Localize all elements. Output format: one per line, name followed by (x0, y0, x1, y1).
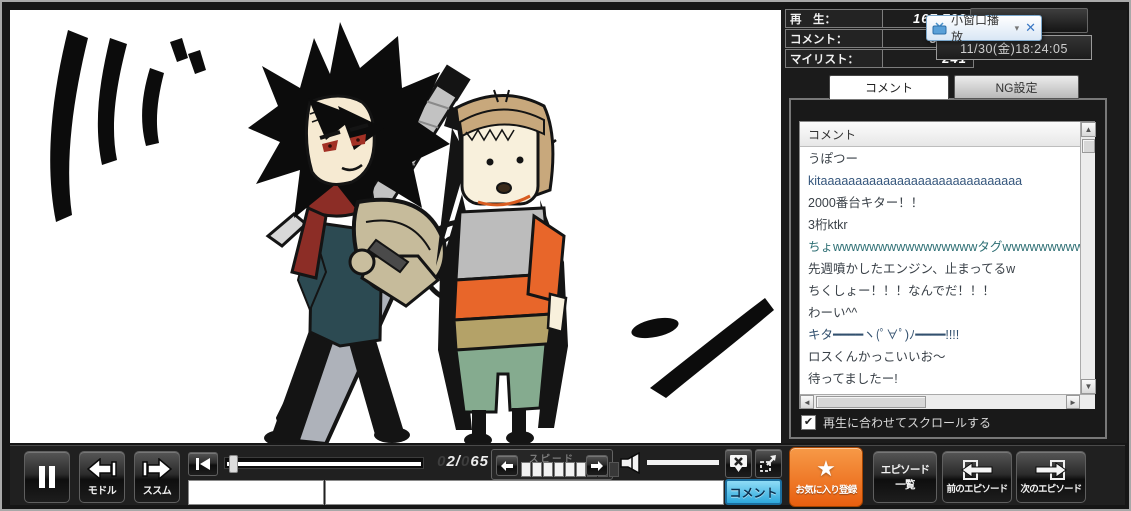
step-back-label: モドル (88, 482, 117, 497)
step-forward-label: ススム (143, 482, 172, 497)
volume-icon[interactable] (619, 452, 643, 479)
stat-label: マイリスト： (785, 49, 883, 68)
arrow-right-icon (591, 461, 603, 471)
arrow-right-icon (142, 458, 172, 480)
command-input[interactable] (188, 480, 324, 505)
comment-rows: うぽつーkitaaaaaaaaaaaaaaaaaaaaaaaaaaaaa2000… (800, 148, 1080, 394)
comment-row: キタ━━━━ヽ(ﾟ∀ﾟ)ﾉ━━━━!!!! (800, 324, 1080, 346)
horizontal-scrollbar[interactable]: ◄ ► (800, 394, 1095, 409)
tv-icon (932, 22, 947, 35)
speed-cell (576, 462, 586, 477)
comment-list: コメント うぽつーkitaaaaaaaaaaaaaaaaaaaaaaaaaaaa… (799, 121, 1095, 409)
comment-row: 待ってましたー! (800, 368, 1080, 390)
favorite-button[interactable]: ★ お気に入り登録 (789, 447, 863, 507)
next-episode-button[interactable]: 次のエピソード (1016, 451, 1086, 503)
scroll-up-button[interactable]: ▲ (1081, 122, 1096, 137)
comment-bubble-x-icon (729, 454, 748, 473)
speed-control: スピード (491, 449, 613, 480)
page-counter: 02/065 (425, 453, 489, 473)
pause-button[interactable] (24, 451, 70, 503)
episode-list-button[interactable]: エピソード 一覧 (873, 451, 937, 503)
autoscroll-checkbox[interactable]: ✔ (801, 415, 816, 430)
comment-row: 3桁ktkr (800, 214, 1080, 236)
speed-cell (554, 462, 564, 477)
seek-thumb[interactable] (229, 455, 238, 473)
comment-row: ちくしょー！！！なんでだ！！！ (800, 280, 1080, 302)
scroll-left-button[interactable]: ◄ (800, 395, 814, 409)
step-forward-button[interactable]: ススム (134, 451, 180, 503)
star-icon: ★ (816, 458, 836, 480)
speed-cell (532, 462, 542, 477)
scroll-down-button[interactable]: ▼ (1081, 379, 1096, 394)
next-episode-icon (1034, 459, 1068, 481)
comment-input[interactable] (325, 480, 724, 505)
arrow-left-icon (501, 461, 513, 471)
close-icon[interactable]: ✕ (1025, 20, 1036, 36)
comment-row: ちょwwwwwwwwwwwwwwwwタグwwwwwwwwwwww (800, 236, 1080, 258)
skip-to-start-button[interactable] (188, 452, 218, 476)
speed-cell (521, 462, 531, 477)
speed-cell (543, 462, 553, 477)
stat-label: コメント： (785, 29, 883, 48)
horizontal-scroll-thumb[interactable] (816, 396, 926, 408)
arrow-left-icon (87, 458, 117, 480)
expand-button[interactable] (755, 449, 782, 478)
speed-gauge (521, 462, 583, 477)
tab-ng-settings[interactable]: NG設定 (954, 75, 1079, 99)
sfx-strokes-left (50, 30, 206, 222)
chevron-down-icon[interactable]: ▾ (1015, 23, 1020, 34)
comment-list-header: コメント (800, 122, 1080, 147)
comment-row: うぽつー (800, 148, 1080, 170)
comment-hide-toggle-button[interactable] (725, 449, 752, 478)
prev-episode-icon (960, 459, 994, 481)
vertical-scrollbar[interactable]: ▲ ▼ (1080, 122, 1095, 394)
scroll-right-button[interactable]: ► (1066, 395, 1080, 409)
speed-down-button[interactable] (496, 455, 518, 476)
tooltip-label: 小窗口播放 (951, 11, 1011, 45)
character-boy (436, 90, 568, 443)
small-window-play-tooltip[interactable]: 小窗口播放 ▾ ✕ (926, 15, 1042, 41)
seek-bar[interactable] (224, 457, 424, 469)
expand-icon (759, 454, 778, 473)
pause-icon (35, 465, 59, 489)
comment-row: 先週噴かしたエンジン、止まってるw (800, 258, 1080, 280)
prev-episode-button[interactable]: 前のエピソード (942, 451, 1012, 503)
vertical-scroll-thumb[interactable] (1082, 139, 1095, 153)
speed-up-button[interactable] (586, 455, 608, 476)
volume-bar[interactable] (647, 460, 719, 465)
comment-row: わーい^^ (800, 302, 1080, 324)
sfx-strokes-right (630, 298, 774, 398)
favorite-label: お気に入り登録 (796, 482, 857, 496)
video-artwork (10, 10, 781, 443)
comment-submit-button[interactable]: コメント (725, 479, 782, 505)
tab-comment[interactable]: コメント (829, 75, 949, 99)
skip-start-icon (195, 457, 211, 471)
step-back-button[interactable]: モドル (79, 451, 125, 503)
autoscroll-label: 再生に合わせてスクロールする (823, 414, 991, 431)
speed-cell (609, 462, 619, 477)
video-player-window: 再 生：167,788コメント：5,635マイリスト：241 設定 11/30(… (0, 0, 1131, 511)
comment-row: ロスくんかっこいいお～ (800, 346, 1080, 368)
speed-cell (565, 462, 575, 477)
comment-row: kitaaaaaaaaaaaaaaaaaaaaaaaaaaaaa (800, 170, 1080, 192)
comment-row: 2000番台キター！！ (800, 192, 1080, 214)
autoscroll-option: ✔ 再生に合わせてスクロールする (801, 413, 1101, 431)
video-screen[interactable] (10, 10, 781, 443)
stat-label: 再 生： (785, 9, 883, 28)
